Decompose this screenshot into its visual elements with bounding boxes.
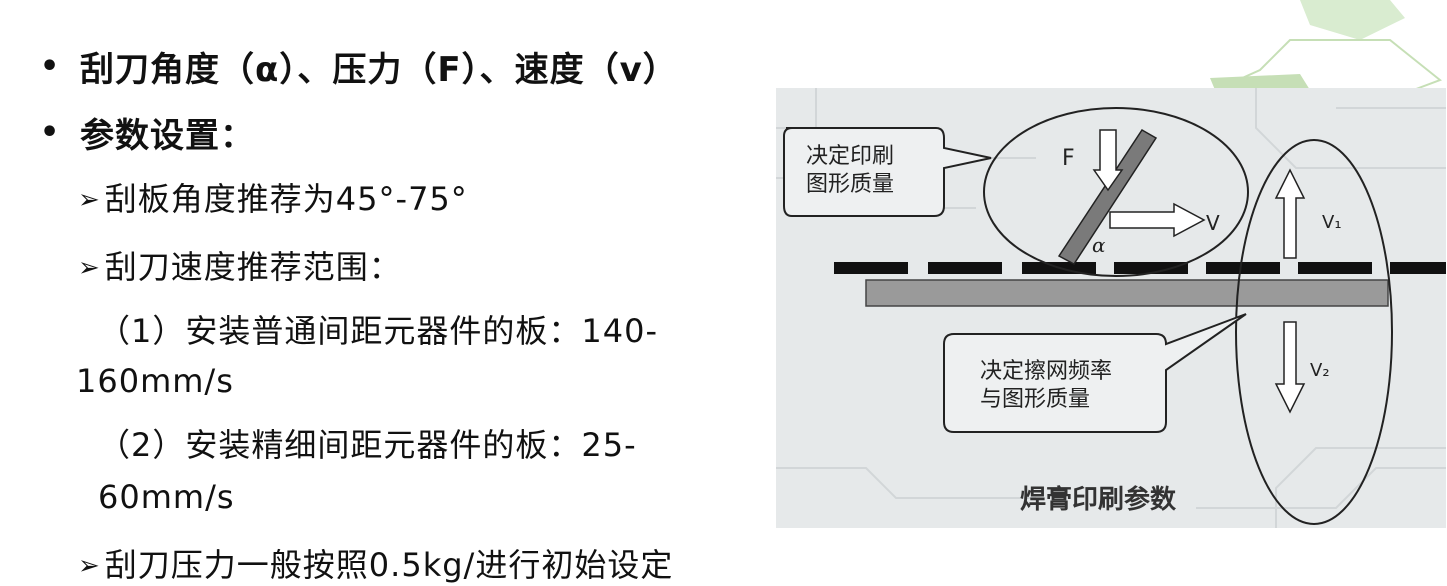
speed-range-1-line2: 160mm/s (76, 362, 234, 400)
sub-item-angle-text: 刮板角度推荐为45°-75° (104, 180, 468, 218)
arrow-bullet-icon: ➢ (78, 185, 101, 215)
label-v1: V₁ (1322, 212, 1342, 233)
callout-bottom-line2: 与图形质量 (980, 387, 1090, 412)
speed-range-1-line1: （1）安装普通间距元器件的板：140- (98, 312, 658, 350)
sub-item-angle: ➢ 刮板角度推荐为45°-75° (78, 174, 468, 220)
stencil-segment (834, 262, 908, 274)
sub-item-pressure: ➢ 刮刀压力一般按照0.5kg/进行初始设定 (78, 540, 673, 586)
pcb-board (865, 279, 1389, 307)
bullet-symbol: • (40, 49, 61, 84)
callout-top-line2: 图形质量 (806, 172, 894, 197)
stencil-segment (1390, 262, 1446, 274)
speed-range-2-line2: 60mm/s (98, 478, 235, 516)
stencil-segment (1206, 262, 1280, 274)
sub-item-pressure-text: 刮刀压力一般按照0.5kg/进行初始设定 (104, 546, 674, 584)
label-v2: V₂ (1310, 360, 1330, 381)
callout-top-line1: 决定印刷 (806, 144, 894, 169)
solder-paste-printing-figure: 决定印刷 图形质量 F V α V₁ V₂ 决定擦网频率 与图形质量 焊膏印刷参… (776, 88, 1446, 528)
bullet-1: • 刮刀角度（α）、压力（F）、速度（v） (40, 42, 678, 91)
callout-bottom-line1: 决定擦网频率 (980, 359, 1112, 384)
label-alpha: α (1092, 233, 1106, 257)
sub-item-speed-text: 刮刀速度推荐范围： (104, 248, 402, 286)
stencil-segment (928, 262, 1002, 274)
hexagon-top (1300, 0, 1405, 40)
bullet-1-text: 刮刀角度（α）、压力（F）、速度（v） (80, 50, 678, 90)
bullet-2-text: 参数设置： (80, 116, 255, 156)
bullet-2: • 参数设置： (40, 108, 255, 157)
stencil-segment (1298, 262, 1372, 274)
speed-range-2-line1: （2）安装精细间距元器件的板：25- (98, 426, 637, 464)
figure-caption: 焊膏印刷参数 (1020, 484, 1177, 515)
arrow-bullet-icon: ➢ (78, 551, 101, 581)
label-F: F (1062, 146, 1075, 171)
sub-item-speed: ➢ 刮刀速度推荐范围： (78, 242, 402, 288)
arrow-bullet-icon: ➢ (78, 253, 101, 283)
label-v: V (1206, 211, 1220, 235)
bullet-symbol: • (40, 115, 61, 150)
